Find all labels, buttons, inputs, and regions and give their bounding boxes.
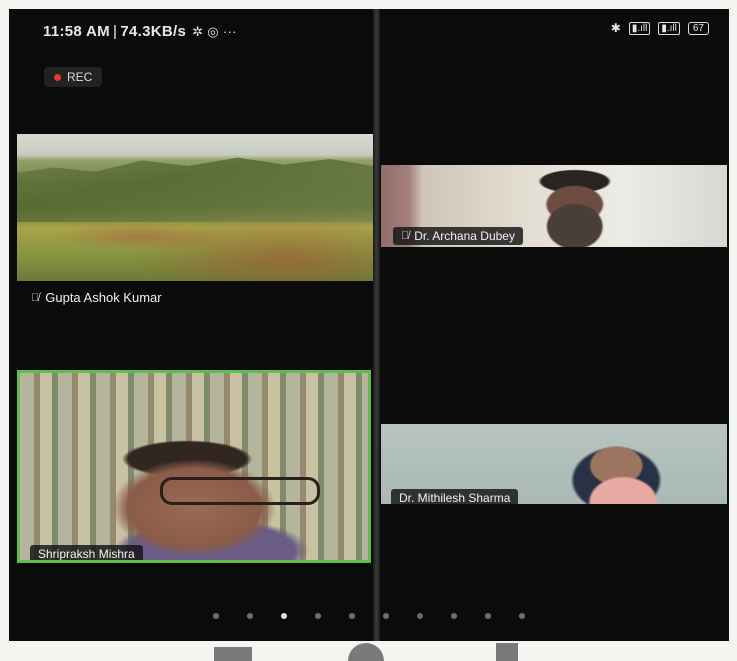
battery-level: 67 [692,22,704,34]
participant-video [20,373,368,560]
page-dot[interactable] [247,613,253,619]
participant-name-tag: 🎙̸ Dr. Archana Dubey [393,227,523,245]
status-time: 11:58 AM [43,23,110,40]
participant-name: Shripraksh Mishra [38,547,135,561]
status-left: 11:58 AM | 74.3KB/s ✲ ◎ ··· [43,23,237,40]
page-dot[interactable] [315,613,321,619]
participant-name: Dr. Archana Dubey [414,229,515,243]
participant-name-tag: 🎙̸ Gupta Ashok Kumar [31,290,162,305]
status-right: ✱ ▮.ıll ▮.ıll 67 [611,21,709,35]
participant-name: Gupta Ashok Kumar [45,290,162,305]
status-separator: | [112,23,118,40]
page-indicator[interactable] [9,613,729,619]
page-dot[interactable] [451,613,457,619]
bluetooth-icon: ✱ [610,21,621,35]
page-dot[interactable] [383,613,389,619]
nav-bar-partial [0,641,737,661]
page-dot[interactable] [281,613,287,619]
muted-mic-icon: 🎙̸ [401,230,410,242]
page-dot[interactable] [519,613,525,619]
participant-name-tag: Shripraksh Mishra [30,545,143,561]
nav-home-icon [348,643,384,661]
status-left-icons: ✲ ◎ ··· [192,24,237,39]
participant-name-tag: Dr. Mithilesh Sharma [391,489,519,504]
participant-name: Dr. Mithilesh Sharma [399,491,511,504]
battery-icon: 67 [687,21,709,35]
page-dot[interactable] [417,613,423,619]
meeting-screen: 11:58 AM | 74.3KB/s ✲ ◎ ··· ✱ ▮.ıll ▮.ıll 6… [9,9,729,641]
glasses-shape [160,477,320,505]
status-speed: 74.3KB/s [120,23,187,40]
status-bar: 11:58 AM | 74.3KB/s ✲ ◎ ··· ✱ ▮.ıll ▮.ıll 6… [9,9,729,53]
muted-mic-icon: 🎙̸ [31,291,40,304]
screen-divider [373,9,380,641]
recording-dot-icon [54,73,61,81]
recording-label: REC [67,70,93,84]
sim-1-signal-icon: ▮.ıll [628,21,651,35]
video-tile-gupta-ashok-kumar[interactable] [17,134,373,281]
video-tile-active-speaker[interactable]: Shripraksh Mishra [17,370,371,563]
page-dot[interactable] [485,613,491,619]
sim-2-signal-icon: ▮.ıll [658,21,680,35]
recording-badge: REC [44,67,103,87]
page-dot[interactable] [349,613,355,619]
video-tile-archana-dubey[interactable]: 🎙̸ Dr. Archana Dubey [381,165,727,247]
nav-menu-icon [214,647,252,661]
video-tile-mithilesh-sharma[interactable]: Dr. Mithilesh Sharma [381,424,727,504]
page-dot[interactable] [213,613,219,619]
nav-back-icon [496,643,518,661]
